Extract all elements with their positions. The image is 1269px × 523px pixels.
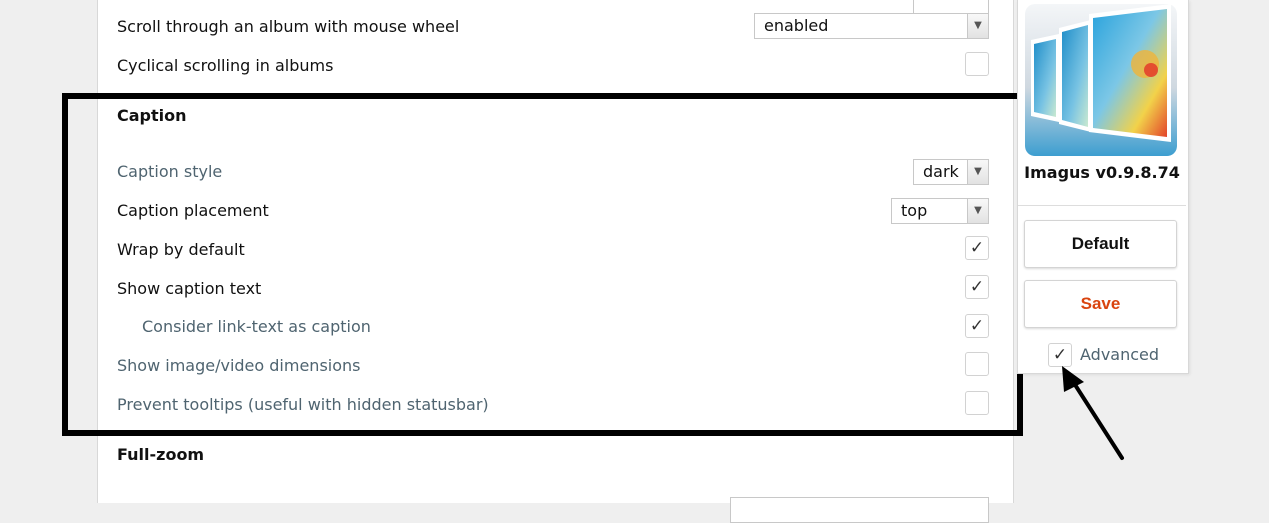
link-text-caption-label: Consider link-text as caption: [142, 317, 371, 336]
scroll-album-select[interactable]: enabled ▼: [754, 13, 989, 39]
prevent-tooltips-label: Prevent tooltips (useful with hidden sta…: [117, 395, 489, 414]
caption-section-title: Caption: [117, 106, 187, 125]
chevron-down-icon: ▼: [967, 160, 988, 184]
caption-style-value: dark: [923, 162, 959, 181]
image-dimensions-label: Show image/video dimensions: [117, 356, 361, 375]
caption-placement-select[interactable]: top ▼: [891, 198, 989, 224]
caption-placement-label: Caption placement: [117, 201, 269, 220]
caption-style-label: Caption style: [117, 162, 223, 181]
partial-select-top[interactable]: [913, 0, 989, 14]
caption-style-select[interactable]: dark ▼: [913, 159, 989, 185]
cyclical-scrolling-checkbox[interactable]: [965, 52, 989, 76]
chevron-down-icon: ▼: [967, 14, 988, 38]
wrap-default-checkbox[interactable]: ✓: [965, 236, 989, 260]
show-caption-text-checkbox[interactable]: ✓: [965, 275, 989, 299]
image-dimensions-checkbox[interactable]: [965, 352, 989, 376]
wrap-default-label: Wrap by default: [117, 240, 245, 259]
scroll-album-label: Scroll through an album with mouse wheel: [117, 17, 460, 36]
default-button[interactable]: Default: [1024, 220, 1177, 268]
app-name: Imagus v0.9.8.74: [1024, 163, 1180, 182]
scroll-album-value: enabled: [764, 16, 829, 35]
link-text-caption-checkbox[interactable]: ✓: [965, 314, 989, 338]
partial-select-bottom[interactable]: [730, 497, 989, 523]
save-button[interactable]: Save: [1024, 280, 1177, 328]
show-caption-text-label: Show caption text: [117, 279, 262, 298]
chevron-down-icon: ▼: [967, 199, 988, 223]
imagus-logo: [1025, 4, 1177, 156]
full-zoom-section-title: Full-zoom: [117, 445, 205, 464]
arrow-annotation-icon: [1062, 366, 1124, 460]
sidebar-divider: [1018, 205, 1186, 206]
prevent-tooltips-checkbox[interactable]: [965, 391, 989, 415]
cyclical-scrolling-label: Cyclical scrolling in albums: [117, 56, 334, 75]
caption-placement-value: top: [901, 201, 928, 220]
